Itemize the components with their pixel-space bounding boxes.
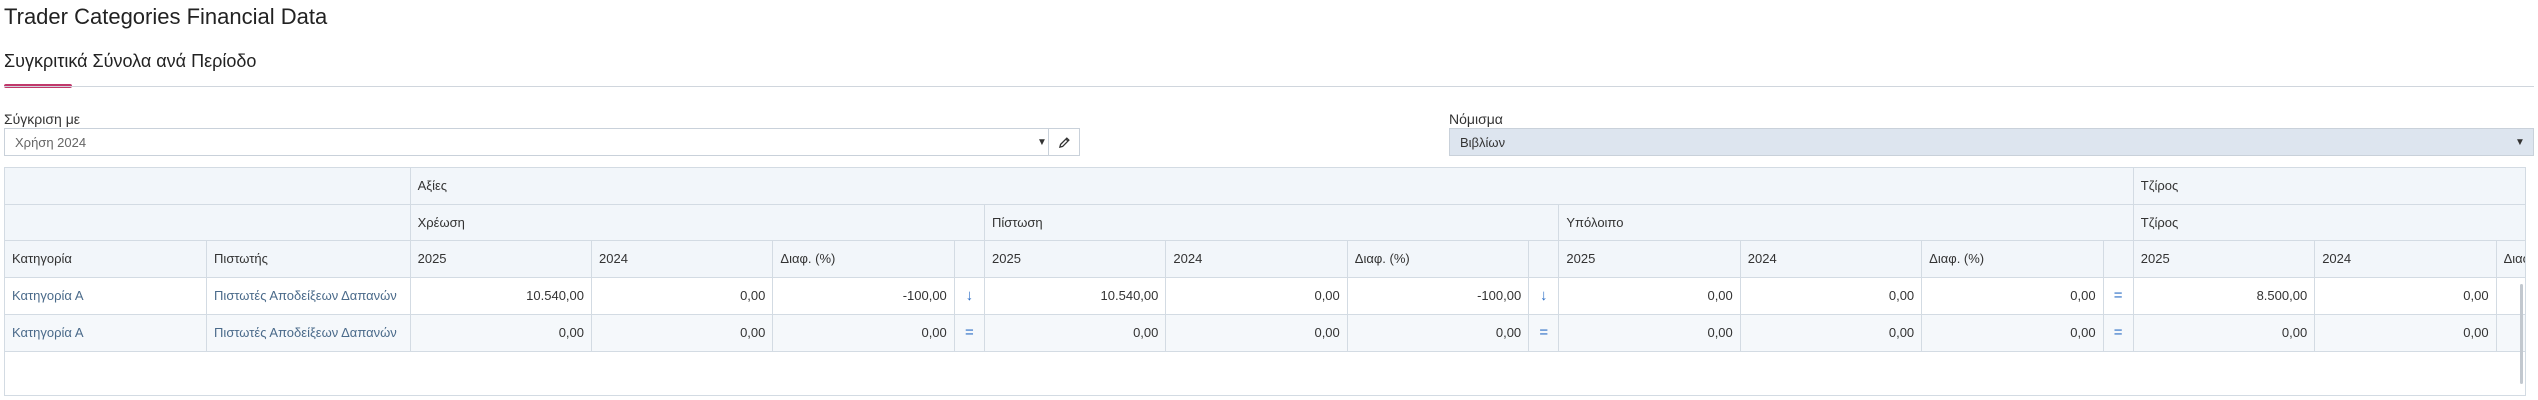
cell-debit-2025: 10.540,00 (410, 277, 593, 315)
col-creditor[interactable]: Πιστωτής (206, 240, 411, 278)
financial-data-grid: Αξίες Τζίρος Χρέωση Πίστωση Υπόλοιπο Τζί… (4, 167, 2526, 396)
cell-credit-2025: 0,00 (984, 314, 1167, 352)
tab-comparative-totals[interactable]: Συγκριτικά Σύνολα ανά Περίοδο (4, 51, 256, 72)
header-credit: Πίστωση (984, 204, 1560, 241)
col-debit-indicator (954, 240, 986, 278)
col-balance-2025[interactable]: 2025 (1558, 240, 1741, 278)
arrow-down-icon: ↓ (954, 277, 986, 315)
col-turnover-2025[interactable]: 2025 (2133, 240, 2316, 278)
col-credit-diff[interactable]: Διαφ. (%) (1347, 240, 1530, 278)
table-row[interactable]: Κατηγορία Α Πιστωτές Αποδείξεων Δαπανών … (5, 314, 2525, 352)
cell-debit-2024: 0,00 (591, 277, 774, 315)
col-category[interactable]: Κατηγορία (5, 240, 208, 278)
cell-debit-diff: -100,00 (772, 277, 955, 315)
vertical-scrollbar[interactable] (2520, 284, 2523, 384)
header-turnover: Τζίρος (2133, 204, 2525, 241)
cell-debit-2025: 0,00 (410, 314, 593, 352)
col-debit-diff[interactable]: Διαφ. (%) (772, 240, 955, 278)
page-title: Trader Categories Financial Data (4, 4, 328, 29)
caret-down-icon[interactable]: ▼ (1036, 137, 1048, 148)
caret-down-icon[interactable]: ▼ (2507, 137, 2533, 148)
cell-credit-2024: 0,00 (1165, 314, 1348, 352)
equals-icon: = (1528, 314, 1560, 352)
cell-turnover-2024: 0,00 (2314, 277, 2497, 315)
col-balance-2024[interactable]: 2024 (1740, 240, 1923, 278)
equals-icon: = (2103, 314, 2134, 352)
pencil-icon[interactable] (1048, 129, 1079, 155)
cell-creditor: Πιστωτές Αποδείξεων Δαπανών (206, 314, 411, 352)
compare-label: Σύγκριση με (4, 111, 81, 127)
col-credit-indicator (1528, 240, 1560, 278)
cell-debit-diff: 0,00 (772, 314, 955, 352)
col-turnover-2024[interactable]: 2024 (2314, 240, 2497, 278)
tab-divider (4, 86, 2534, 87)
col-credit-2024[interactable]: 2024 (1165, 240, 1348, 278)
cell-turnover-2024: 0,00 (2314, 314, 2497, 352)
header-group-turnover: Τζίρος (2133, 168, 2525, 205)
col-debit-2024[interactable]: 2024 (591, 240, 774, 278)
cell-balance-2025: 0,00 (1558, 277, 1741, 315)
compare-select[interactable]: Χρήση 2024 ▼ (4, 128, 1080, 156)
col-balance-diff[interactable]: Διαφ. (%) (1921, 240, 2104, 278)
cell-credit-2025: 10.540,00 (984, 277, 1167, 315)
equals-icon: = (954, 314, 986, 352)
cell-credit-diff: 0,00 (1347, 314, 1530, 352)
col-debit-2025[interactable]: 2025 (410, 240, 593, 278)
currency-label: Νόμισμα (1449, 111, 1503, 127)
currency-value: Βιβλίων (1460, 134, 1506, 150)
header-empty (5, 168, 411, 205)
col-balance-indicator (2103, 240, 2134, 278)
cell-credit-diff: -100,00 (1347, 277, 1530, 315)
cell-balance-2025: 0,00 (1558, 314, 1741, 352)
cell-balance-diff: 0,00 (1921, 314, 2104, 352)
cell-credit-2024: 0,00 (1165, 277, 1348, 315)
header-debit: Χρέωση (410, 204, 986, 241)
cell-turnover-2025: 0,00 (2133, 314, 2316, 352)
equals-icon: = (2103, 277, 2134, 315)
cell-creditor: Πιστωτές Αποδείξεων Δαπανών (206, 277, 411, 315)
col-turnover-diff[interactable]: Διαφ. (%) (2496, 240, 2525, 278)
cell-balance-2024: 0,00 (1740, 277, 1923, 315)
cell-debit-2024: 0,00 (591, 314, 774, 352)
cell-category: Κατηγορία Α (5, 314, 208, 352)
header-balance: Υπόλοιπο (1558, 204, 2134, 241)
cell-category: Κατηγορία Α (5, 277, 208, 315)
header-empty (5, 204, 411, 241)
compare-value: Χρήση 2024 (15, 134, 87, 150)
cell-balance-2024: 0,00 (1740, 314, 1923, 352)
cell-balance-diff: 0,00 (1921, 277, 2104, 315)
currency-select[interactable]: Βιβλίων ▼ (1449, 128, 2534, 156)
arrow-down-icon: ↓ (1528, 277, 1560, 315)
col-credit-2025[interactable]: 2025 (984, 240, 1167, 278)
cell-turnover-2025: 8.500,00 (2133, 277, 2316, 315)
header-group-values: Αξίες (410, 168, 2134, 205)
table-row[interactable]: Κατηγορία Α Πιστωτές Αποδείξεων Δαπανών … (5, 277, 2525, 315)
